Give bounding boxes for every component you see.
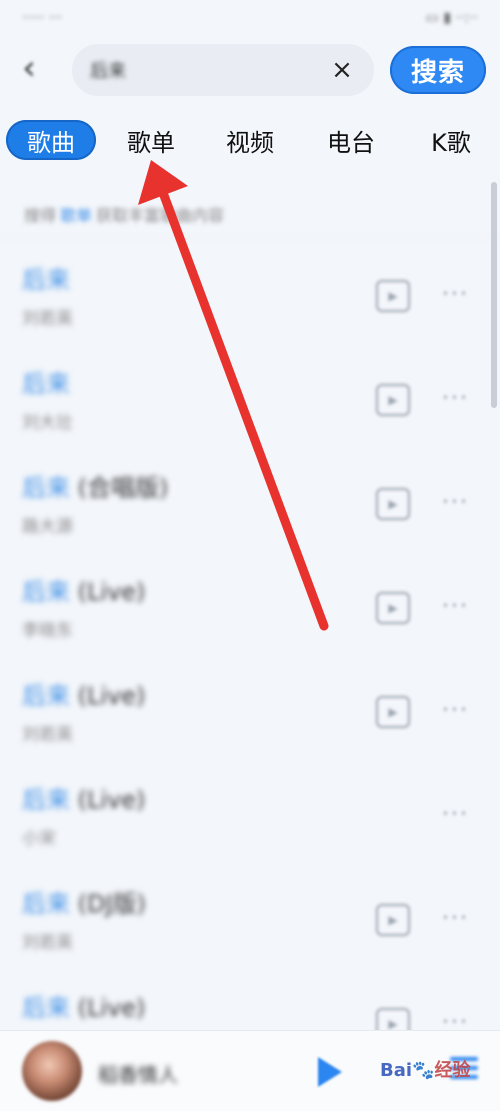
more-icon[interactable]: ··· [442, 490, 469, 515]
mv-play-icon[interactable]: ▶ [376, 280, 410, 312]
more-icon[interactable]: ··· [442, 698, 469, 723]
status-bar: ····· ··· ▭ ▮ ··:·· [0, 0, 500, 36]
song-artist: 小宋 [22, 829, 56, 849]
more-icon[interactable]: ··· [442, 802, 469, 827]
more-icon[interactable]: ··· [442, 906, 469, 931]
hint-suffix: 获取丰富歌曲内容 [96, 205, 225, 225]
song-title: 后来 (Live) [22, 994, 146, 1022]
list-item[interactable]: 后来 (Live) 小宋 ··· [0, 760, 500, 864]
scrollbar[interactable] [491, 182, 497, 408]
song-artist: 刘大壮 [22, 413, 73, 433]
more-icon[interactable]: ··· [442, 386, 469, 411]
mv-play-icon[interactable]: ▶ [376, 488, 410, 520]
song-title: 后来 [22, 266, 70, 294]
more-icon[interactable]: ··· [442, 282, 469, 307]
mv-play-icon[interactable]: ▶ [376, 696, 410, 728]
tab-radio[interactable]: 电台 [316, 120, 386, 160]
search-header: ‹ 后来 × 搜索 [0, 38, 500, 100]
mv-play-icon[interactable]: ▶ [376, 384, 410, 416]
song-artist: 刘若英 [22, 725, 73, 745]
status-icons: ▭ ▮ ··:·· [425, 10, 478, 26]
hint-keyword[interactable]: 歌单 [60, 202, 92, 226]
search-input[interactable]: 后来 × [72, 44, 374, 96]
list-item[interactable]: 后来 刘若英 ▶ ··· [0, 240, 500, 344]
song-title: 后来 (Live) [22, 786, 146, 814]
now-playing-title: 稻香情人 [98, 1063, 178, 1087]
list-item[interactable]: 后来 (Live) 刘若英 ▶ ··· [0, 656, 500, 760]
song-title: 后来 (合唱版) [22, 474, 169, 502]
carrier-text: ····· ··· [22, 10, 63, 26]
tab-karaoke[interactable]: K歌 [416, 120, 486, 160]
song-title: 后来 [22, 370, 70, 398]
album-art[interactable] [22, 1041, 82, 1101]
song-artist: 路大源 [22, 517, 73, 537]
play-icon[interactable] [318, 1057, 342, 1087]
list-item[interactable]: 后来 (合唱版) 路大源 ▶ ··· [0, 448, 500, 552]
song-title: 后来 (Live) [22, 578, 146, 606]
mv-play-icon[interactable]: ▶ [376, 904, 410, 936]
more-icon[interactable]: ··· [442, 594, 469, 619]
tab-playlists[interactable]: 歌单 [116, 120, 186, 160]
tab-songs[interactable]: 歌曲 [6, 120, 96, 160]
song-artist: 刘若英 [22, 309, 73, 329]
song-artist: 李晓东 [22, 621, 73, 641]
list-item[interactable]: 后来 刘大壮 ▶ ··· [0, 344, 500, 448]
mv-play-icon[interactable]: ▶ [376, 592, 410, 624]
category-tabs: 歌曲 歌单 视频 电台 K歌 [0, 112, 500, 168]
search-input-value: 后来 [90, 61, 126, 82]
song-title: 后来 (DJ版) [22, 890, 146, 918]
search-button[interactable]: 搜索 [390, 46, 486, 94]
tab-videos[interactable]: 视频 [215, 120, 285, 160]
hint-prefix: 搜得 [24, 205, 57, 225]
chevron-left-icon[interactable]: ‹ [12, 48, 46, 88]
list-item[interactable]: 后来 (Live) 李晓东 ▶ ··· [0, 552, 500, 656]
song-title: 后来 (Live) [22, 682, 146, 710]
close-icon[interactable]: × [328, 56, 356, 84]
list-item[interactable]: 后来 (DJ版) 刘若英 ▶ ··· [0, 864, 500, 968]
song-artist: 刘若英 [22, 933, 73, 953]
watermark-logo: Bai🐾经验 [380, 1060, 471, 1081]
search-hint: 搜得 歌单 获取丰富歌曲内容 [0, 190, 500, 238]
